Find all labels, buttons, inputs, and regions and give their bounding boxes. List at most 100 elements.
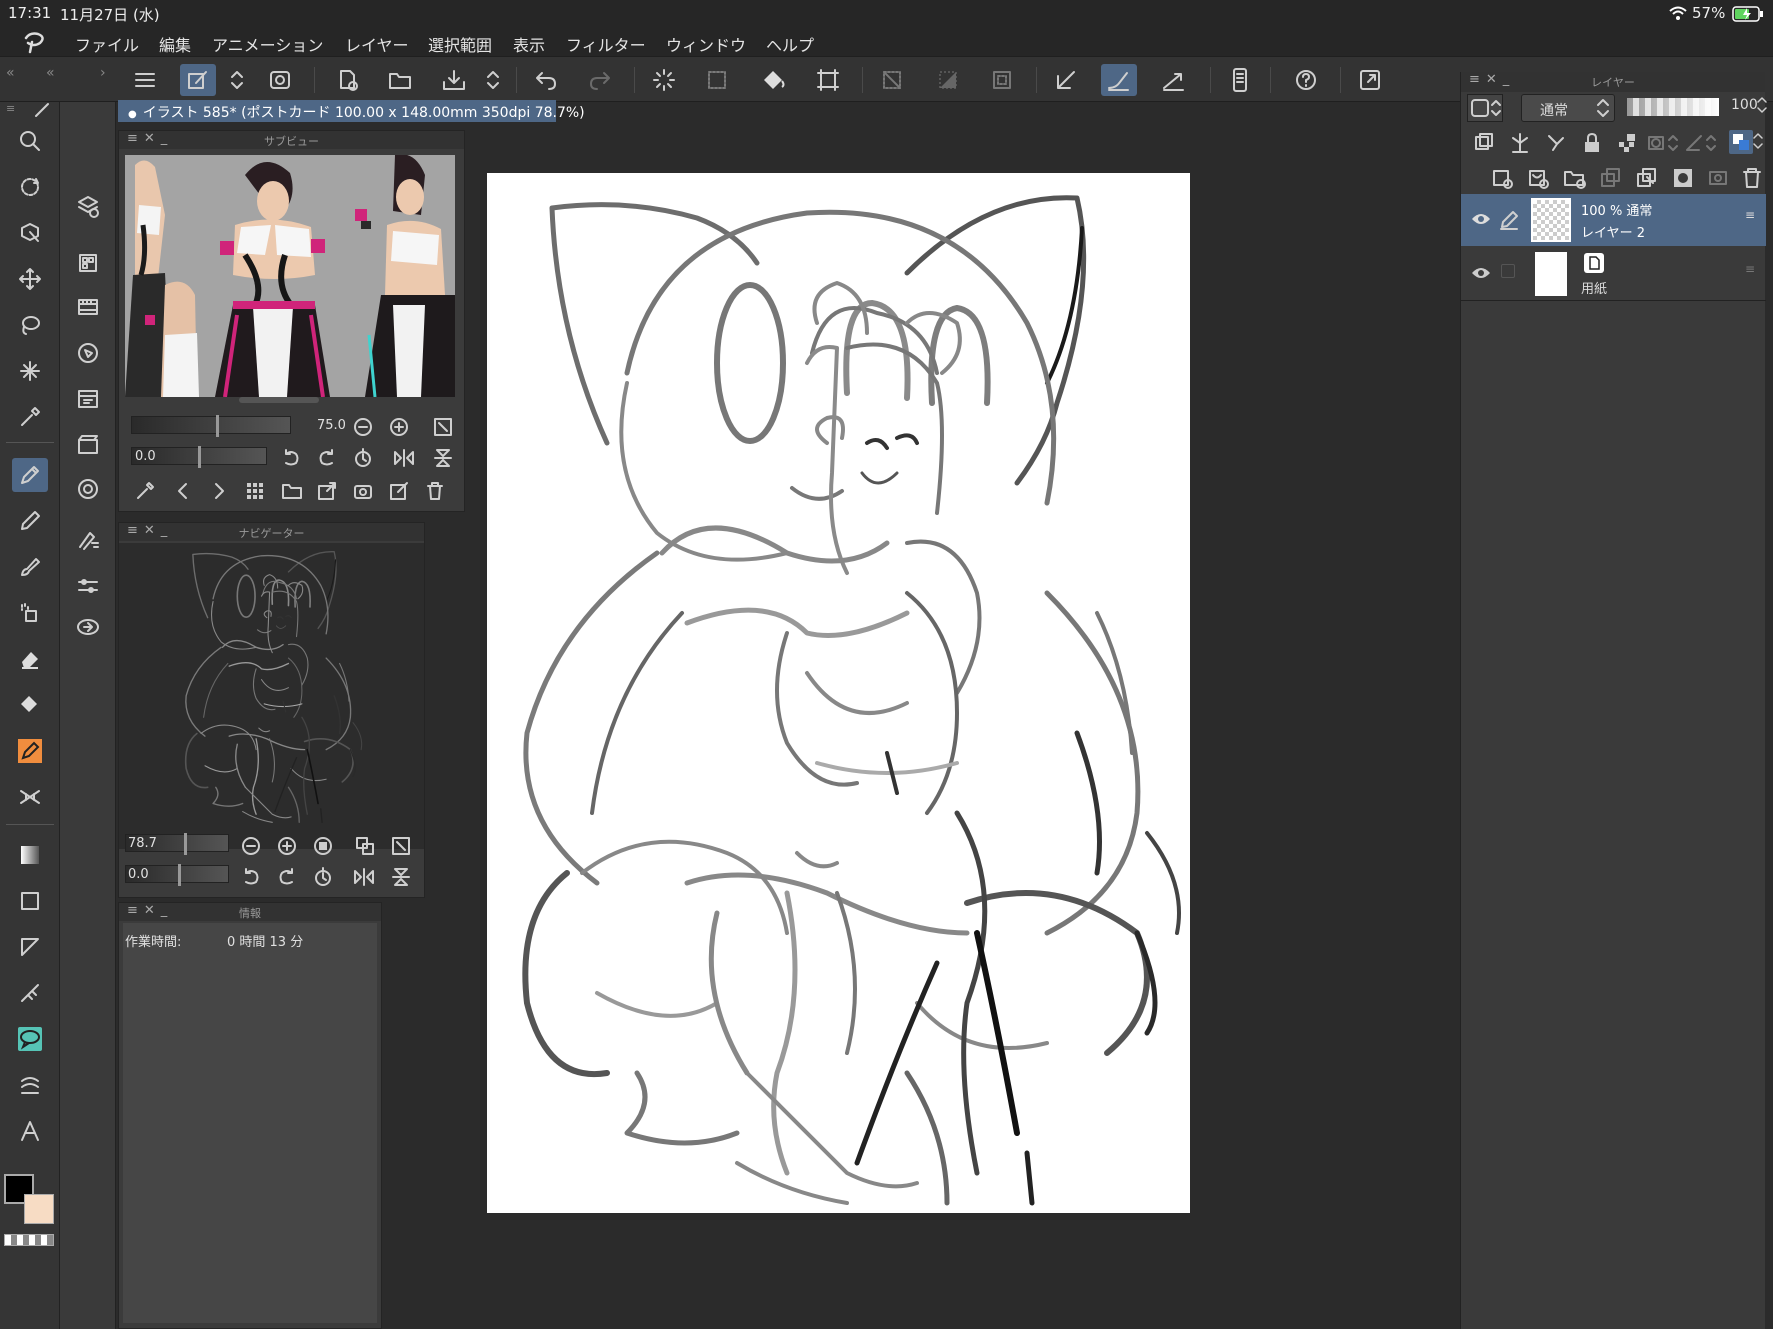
layer-color-icon[interactable] (1729, 130, 1753, 154)
move-layer-tool-icon[interactable] (12, 262, 48, 296)
apply-mask-icon[interactable] (1707, 166, 1731, 190)
navigator-icon[interactable] (70, 336, 106, 370)
pencil-tool-icon[interactable] (12, 504, 48, 538)
subview-next-icon[interactable] (209, 481, 229, 501)
menu-help[interactable]: ヘルプ (766, 32, 814, 56)
menu-view[interactable]: 表示 (513, 32, 545, 56)
airbrush-tool-icon[interactable] (12, 596, 48, 630)
drawing-canvas[interactable] (487, 173, 1190, 1213)
subview-camera-icon[interactable] (353, 481, 373, 501)
menu-selection[interactable]: 選択範囲 (428, 32, 492, 56)
fill-tool-icon[interactable] (12, 688, 48, 722)
merge-down-icon[interactable] (1635, 166, 1659, 190)
eyedropper-tool-icon[interactable] (12, 400, 48, 434)
rotate-view-tool-icon[interactable] (12, 170, 48, 204)
subview-eyedropper-icon[interactable] (135, 481, 155, 501)
ruler-tool-icon[interactable] (12, 976, 48, 1010)
navigator-view[interactable] (119, 543, 424, 849)
navigator-flip-vertical-icon[interactable] (391, 867, 411, 887)
subview-flip-horizontal-icon[interactable] (393, 448, 415, 468)
subview-prev-icon[interactable] (173, 481, 193, 501)
companion-mode-icon[interactable] (262, 64, 298, 96)
subview-flip-vertical-icon[interactable] (433, 448, 453, 468)
lock-transparent-icon[interactable] (1617, 132, 1639, 154)
transform-icon[interactable] (810, 64, 846, 96)
expand-icon[interactable]: › (100, 65, 106, 81)
redo-icon[interactable] (582, 64, 618, 96)
fullscreen-icon[interactable] (1352, 64, 1388, 96)
reference-layer-icon[interactable] (1509, 132, 1531, 154)
navigator-flip-horizontal-icon[interactable] (353, 867, 375, 887)
collapse-sub-icon[interactable]: « (46, 65, 55, 81)
clip-to-layer-icon[interactable] (1473, 132, 1495, 154)
lock-layer-icon[interactable] (1581, 132, 1603, 154)
transfer-down-icon[interactable] (1599, 166, 1623, 190)
timeline-icon[interactable] (70, 290, 106, 324)
layer-edit-checkbox[interactable] (1501, 264, 1515, 278)
layer-drag-handle-icon[interactable]: ≡ (1745, 262, 1755, 276)
material-icon[interactable] (70, 246, 106, 280)
save-stepper-icon[interactable] (482, 64, 504, 96)
navigator-rotate-left-icon[interactable] (241, 867, 261, 887)
blend-mode-select[interactable]: 通常 (1521, 94, 1615, 122)
deselect-icon[interactable] (874, 64, 910, 96)
device-settings-icon[interactable] (1222, 64, 1258, 96)
subview-reset-rotation-icon[interactable] (353, 448, 373, 468)
menu-animation[interactable]: アニメーション (212, 32, 323, 56)
subview-open-folder-icon[interactable] (281, 481, 303, 501)
subview-zoom-slider[interactable] (131, 415, 291, 437)
layer-visibility-eye-icon[interactable] (1471, 212, 1491, 226)
subview-icon[interactable] (70, 382, 106, 416)
subview-grid-icon[interactable] (245, 481, 265, 501)
gradient-tool-icon[interactable] (12, 838, 48, 872)
hamburger-menu-icon[interactable] (127, 64, 163, 96)
subview-zoom-out-icon[interactable] (353, 417, 373, 437)
layer-color-toggle[interactable] (1467, 94, 1503, 122)
document-tab[interactable]: ● イラスト 585* (ポストカード 100.00 x 148.00mm 350… (118, 100, 585, 122)
balloon-tool-icon[interactable] (12, 1022, 48, 1056)
subview-scrollbar[interactable] (239, 397, 319, 403)
history-icon[interactable] (70, 610, 106, 644)
navigator-zoom-out-icon[interactable] (241, 836, 261, 856)
layer-drag-handle-icon[interactable]: ≡ (1745, 208, 1755, 222)
brush-tool-icon[interactable] (12, 550, 48, 584)
snap-ruler-icon[interactable] (1101, 64, 1137, 96)
lasso-tool-icon[interactable] (12, 308, 48, 342)
create-mask-icon[interactable] (1671, 166, 1695, 190)
frame-border-tool-icon[interactable] (12, 930, 48, 964)
tool-palette-menu-icon[interactable]: ≡ (6, 102, 21, 115)
subview-import-icon[interactable] (317, 481, 337, 501)
save-icon[interactable] (436, 64, 472, 96)
undo-icon[interactable] (528, 64, 564, 96)
menu-filter[interactable]: フィルター (566, 32, 646, 56)
layer-row[interactable]: 用紙 ≡ (1461, 248, 1766, 300)
pen-tool-icon[interactable] (12, 458, 48, 492)
navigator-reset-rotation-icon[interactable] (313, 867, 333, 887)
invert-selection-icon[interactable] (930, 64, 966, 96)
subview-edit-icon[interactable] (389, 481, 409, 501)
animation-cels-icon[interactable] (70, 428, 106, 462)
subview-zoom-in-icon[interactable] (389, 417, 409, 437)
decoration-tool-icon[interactable] (12, 780, 48, 814)
zoom-tool-icon[interactable] (12, 124, 48, 158)
selection-border-icon[interactable] (984, 64, 1020, 96)
fill-icon[interactable] (756, 64, 792, 96)
clear-layer-icon[interactable] (646, 64, 682, 96)
menu-window[interactable]: ウィンドウ (666, 32, 746, 56)
new-raster-layer-icon[interactable] (1491, 166, 1515, 190)
help-icon[interactable] (1288, 64, 1324, 96)
settings-sliders-icon[interactable] (70, 570, 106, 604)
opacity-slider[interactable] (1627, 98, 1719, 116)
new-canvas-icon[interactable] (330, 64, 366, 96)
subview-rotate-left-icon[interactable] (281, 448, 301, 468)
transparent-color-swatch[interactable] (4, 1234, 54, 1246)
magic-wand-tool-icon[interactable] (12, 354, 48, 388)
open-folder-icon[interactable] (383, 64, 419, 96)
app-logo-icon[interactable] (22, 30, 48, 54)
navigator-zoom-in-icon[interactable] (277, 836, 297, 856)
new-layer-folder-icon[interactable] (1563, 166, 1587, 190)
figure-tool-icon[interactable] (12, 884, 48, 918)
menu-file[interactable]: ファイル (75, 32, 139, 56)
text-tool-icon[interactable] (12, 1114, 48, 1148)
subview-rotate-right-icon[interactable] (317, 448, 337, 468)
